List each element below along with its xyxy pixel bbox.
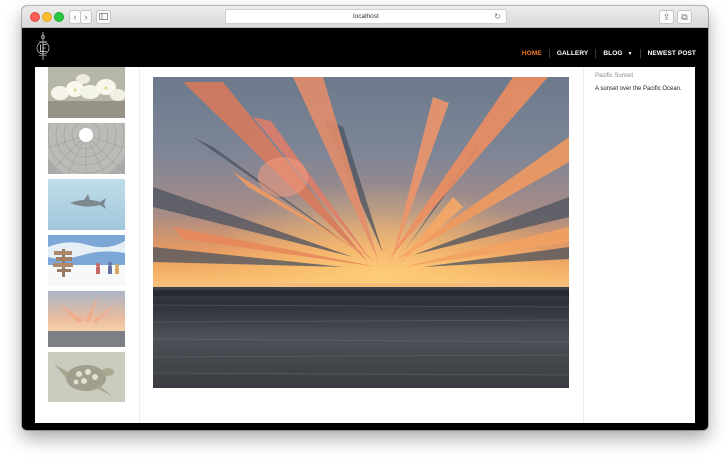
nav-divider xyxy=(595,48,597,58)
caret-down-icon: ▼ xyxy=(627,50,633,57)
main-nav: HOME GALLERY BLOG ▼ NEWEST POST xyxy=(522,47,696,59)
photo-title: Pacific Sunset xyxy=(595,73,634,79)
site-header: HOME GALLERY BLOG ▼ NEWEST POST xyxy=(22,28,708,67)
thumbnail-sunset[interactable] xyxy=(48,291,125,347)
close-window-button[interactable] xyxy=(30,12,40,22)
browser-window: ‹ › localhost ↻ ⇪ ⧉ HOME GALLERY BLOG ▼ … xyxy=(22,6,708,430)
photo-info-panel: Pacific Sunset A sunset over the Pacific… xyxy=(583,67,696,423)
chevron-left-icon: ‹ xyxy=(73,12,77,22)
thumbnail-orchids[interactable] xyxy=(48,67,125,118)
nav-home[interactable]: HOME xyxy=(522,50,542,57)
sidebar-toggle-button[interactable] xyxy=(96,10,111,24)
nav-gallery[interactable]: GALLERY xyxy=(557,50,589,57)
browser-titlebar: ‹ › localhost ↻ ⇪ ⧉ xyxy=(22,6,708,28)
thumbnail-strip xyxy=(35,67,140,423)
thumbnail-signpost[interactable] xyxy=(48,235,125,286)
reload-icon[interactable]: ↻ xyxy=(494,10,501,23)
share-button[interactable]: ⇪ xyxy=(659,10,674,24)
forward-button[interactable]: › xyxy=(80,10,92,24)
tabs-icon: ⧉ xyxy=(681,12,688,22)
zoom-window-button[interactable] xyxy=(54,12,64,22)
main-photo-pacific-sunset[interactable] xyxy=(153,77,569,388)
window-bottom-edge xyxy=(22,423,708,430)
page-content: Pacific Sunset A sunset over the Pacific… xyxy=(35,67,695,423)
nav-divider xyxy=(548,48,550,58)
address-text: localhost xyxy=(353,13,379,20)
nav-blog-label: BLOG xyxy=(603,49,623,57)
minimize-window-button[interactable] xyxy=(42,12,52,22)
address-bar[interactable]: localhost ↻ xyxy=(225,9,507,24)
thumbnail-dome[interactable] xyxy=(48,123,125,174)
nav-blog[interactable]: BLOG ▼ xyxy=(603,50,632,57)
sidebar-icon xyxy=(99,13,108,20)
thumbnail-turtle[interactable] xyxy=(48,352,125,402)
nav-divider xyxy=(639,48,641,58)
photo-description: A sunset over the Pacific Ocean. xyxy=(595,86,682,92)
nav-newest-post[interactable]: NEWEST POST xyxy=(648,50,696,57)
share-icon: ⇪ xyxy=(662,12,671,22)
chevron-right-icon: › xyxy=(84,12,88,22)
thumbnail-shark[interactable] xyxy=(48,179,125,230)
site-logo[interactable] xyxy=(34,31,52,61)
show-tabs-button[interactable]: ⧉ xyxy=(677,10,692,24)
